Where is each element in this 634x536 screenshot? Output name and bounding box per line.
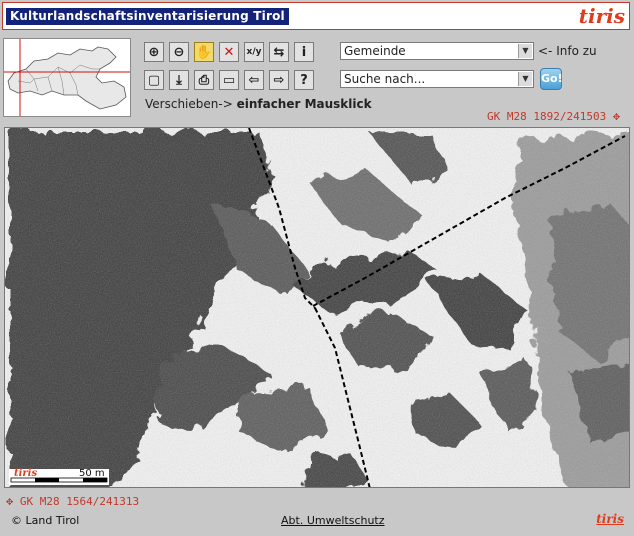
info-label: <- Info zu [538,44,597,58]
download-button[interactable]: ⤓ [169,70,189,90]
download-icon: ⤓ [176,72,182,88]
full-extent-icon: ▢ [147,72,161,88]
zoom-out-icon: ⊖ [173,44,185,60]
pan-hint: Verschieben-> einfacher Mausklick [145,97,372,111]
legend-button[interactable]: ▭ [219,70,239,90]
move-arrows-icon: ✥ [612,109,621,123]
help-button[interactable]: ? [294,70,314,90]
forward-arrow-button[interactable]: ⇨ [269,70,289,90]
scale-brand: tiris [14,468,38,479]
dept-link[interactable]: Abt. Umweltschutz [281,514,385,527]
forward-arrow-icon: ⇨ [273,72,285,88]
bottom-coordinate-readout: ✥ GK M28 1564/241313 [6,494,139,508]
scale-label: 50 m [79,468,105,479]
overview-map-drawing [4,39,130,116]
print-button[interactable]: ⎙ [194,70,214,90]
copyright: © Land Tirol [11,514,80,527]
title-bar: Kulturlandschaftsinventarisierung Tirol … [2,2,630,30]
pan-hand-icon: ✋ [195,44,213,60]
map-terrain [5,128,629,487]
chevron-down-icon[interactable]: ▼ [518,44,532,58]
delete-button[interactable]: ✕ [219,42,239,62]
zoom-out-button[interactable]: ⊖ [169,42,189,62]
search-select[interactable]: Suche nach... ▼ [340,70,534,88]
info-layer-select-value: Gemeinde [344,44,406,58]
info-icon: i [301,44,307,60]
go-button[interactable]: Go! [540,68,563,90]
print-icon: ⎙ [198,72,210,88]
zoom-in-button[interactable]: ⊕ [144,42,164,62]
info-button[interactable]: i [294,42,314,62]
pan-hint-prefix: Verschieben-> [145,97,237,111]
search-select-value: Suche nach... [344,72,426,86]
pan-hand-button[interactable]: ✋ [194,42,214,62]
measure-icon: ⇆ [273,44,285,60]
overview-map[interactable] [3,38,131,117]
back-arrow-icon: ⇦ [248,72,260,88]
full-extent-button[interactable]: ▢ [144,70,164,90]
delete-icon: ✕ [223,44,235,60]
footer-brand-link[interactable]: tiris [596,512,624,526]
chevron-down-icon[interactable]: ▼ [518,72,532,86]
scale-bar: tiris 50 m [9,468,109,485]
move-arrows-icon: ✥ [6,494,14,508]
back-arrow-button[interactable]: ⇦ [244,70,264,90]
pan-hint-action: einfacher Mausklick [236,97,372,111]
zoom-in-icon: ⊕ [148,44,160,60]
bottom-coordinate-text: GK M28 1564/241313 [19,495,140,508]
brand-logo[interactable]: tiris [579,4,625,28]
xy-coordinate-button[interactable]: x/y [244,42,264,62]
xy-coordinate-icon: x/y [246,47,262,57]
info-layer-select[interactable]: Gemeinde ▼ [340,42,534,60]
app-title: Kulturlandschaftsinventarisierung Tirol [6,8,289,25]
main-map[interactable]: tiris 50 m [4,127,630,488]
help-icon: ? [300,72,308,88]
legend-icon: ▭ [222,72,236,88]
top-coordinate-text: GK M28 1892/241503 [487,110,607,123]
measure-button[interactable]: ⇆ [269,42,289,62]
top-coordinate-readout: GK M28 1892/241503 ✥ [487,109,620,123]
